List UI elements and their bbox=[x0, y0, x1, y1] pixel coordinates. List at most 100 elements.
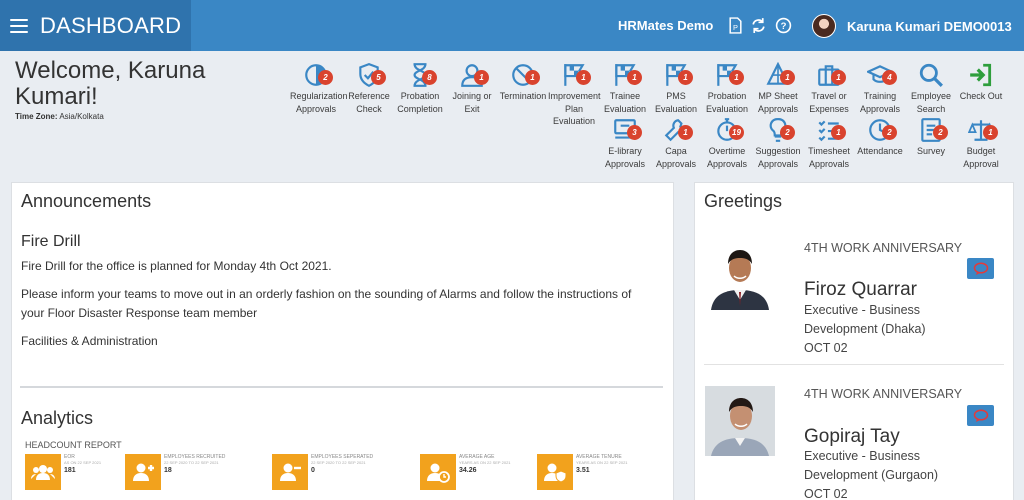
employee-photo bbox=[705, 386, 775, 456]
pie-icon: 2 bbox=[302, 62, 333, 88]
tile-label: Probation Completion bbox=[397, 91, 443, 114]
tile-label: Employee Search bbox=[910, 91, 952, 114]
kpi-card[interactable]: EMPLOYEES RECRUITED 22 SEP 2020 TO 22 SE… bbox=[125, 454, 225, 494]
search-icon bbox=[917, 62, 945, 88]
flag-icon: 1 bbox=[713, 62, 744, 88]
help-icon[interactable]: ? bbox=[775, 17, 792, 34]
tile-joining-or-exit[interactable]: 1 Joining or Exit bbox=[446, 62, 498, 115]
group-icon bbox=[25, 454, 61, 490]
svg-text:?: ? bbox=[781, 21, 787, 32]
notification-badge: 4 bbox=[882, 70, 897, 85]
tile-regularization-approvals[interactable]: 2 Regularization Approvals bbox=[290, 62, 348, 115]
tile-pms-evaluation[interactable]: 1 PMS Evaluation bbox=[650, 62, 702, 115]
tile-label: Joining or Exit bbox=[452, 91, 492, 114]
lightbulb-icon: 2 bbox=[764, 117, 795, 143]
kpi-card[interactable]: EOR AS ON 22 SEP 2021 181 bbox=[25, 454, 101, 494]
tile-check-out[interactable]: Check Out bbox=[955, 62, 1007, 103]
notification-badge: 2 bbox=[882, 125, 897, 140]
scale-icon: 1 bbox=[967, 117, 998, 143]
tile-e-library-approvals[interactable]: 3 E-library Approvals bbox=[599, 117, 651, 170]
kpi-value: 181 bbox=[64, 467, 76, 474]
tile-label: Termination bbox=[499, 91, 547, 101]
kpi-value: 0 bbox=[311, 467, 315, 474]
tile-budget-approval[interactable]: 1 Budget Approval bbox=[955, 117, 1007, 170]
send-wish-button[interactable] bbox=[967, 258, 994, 279]
notification-badge: 2 bbox=[318, 70, 333, 85]
user-name[interactable]: Karuna Kumari DEMO0013 bbox=[847, 19, 1012, 34]
notification-badge: 1 bbox=[525, 70, 540, 85]
announcement-heading: Fire Drill bbox=[21, 233, 81, 250]
tile-improvement-plan-evaluation[interactable]: 1 Improvement Plan Evaluation bbox=[548, 62, 601, 128]
kpi-card[interactable]: EMPLOYEES SEPERATED 22 SEP 2020 TO 22 SE… bbox=[272, 454, 373, 494]
tile-label: Attendance bbox=[857, 146, 903, 156]
send-wish-button[interactable] bbox=[967, 405, 994, 426]
kpi-period: YEARS AS ON 22 SEP 2021 bbox=[576, 460, 628, 465]
menu-icon[interactable] bbox=[10, 18, 28, 33]
tile-survey[interactable]: 2 Survey bbox=[905, 117, 957, 158]
tile-trainee-evaluation[interactable]: 1 Trainee Evaluation bbox=[599, 62, 651, 115]
tile-timesheet-approvals[interactable]: 1 Timesheet Approvals bbox=[803, 117, 855, 170]
kpi-value: 18 bbox=[164, 467, 172, 474]
tile-reference-check[interactable]: 5 Reference Check bbox=[343, 62, 395, 115]
tasks-icon: 1 bbox=[815, 117, 846, 143]
kpi-card[interactable]: AVERAGE AGE YEARS AS ON 22 SEP 2021 34.2… bbox=[420, 454, 511, 494]
tile-overtime-approvals[interactable]: 19 Overtime Approvals bbox=[701, 117, 753, 170]
employee-name[interactable]: Gopiraj Tay bbox=[804, 426, 900, 448]
tile-probation-completion[interactable]: 8 Probation Completion bbox=[394, 62, 446, 115]
tile-mp-sheet-approvals[interactable]: 1 MP Sheet Approvals bbox=[752, 61, 804, 115]
kpi-value: 34.26 bbox=[459, 467, 477, 474]
tile-termination[interactable]: 1 Termination bbox=[497, 62, 549, 103]
tile-label: E-library Approvals bbox=[604, 146, 646, 169]
tile-label: Capa Approvals bbox=[655, 146, 697, 169]
tile-label: Travel or Expenses bbox=[809, 91, 849, 114]
tile-probation-evaluation[interactable]: 1 Probation Evaluation bbox=[701, 62, 753, 115]
greetings-title: Greetings bbox=[704, 191, 783, 211]
notification-badge: 1 bbox=[678, 125, 693, 140]
greetings-panel: Greetings 4TH WORK ANNIVERSARY Firoz Qua… bbox=[694, 182, 1014, 500]
tile-employee-search[interactable]: Employee Search bbox=[905, 62, 957, 115]
notification-badge: 1 bbox=[831, 70, 846, 85]
announcements-title: Announcements bbox=[21, 191, 152, 211]
tile-label: Survey bbox=[916, 146, 945, 156]
tile-capa-approvals[interactable]: 1 Capa Approvals bbox=[650, 117, 702, 170]
tile-label: PMS Evaluation bbox=[654, 91, 698, 114]
tile-training-approvals[interactable]: 4 Training Approvals bbox=[854, 62, 906, 115]
library-icon: 3 bbox=[611, 117, 642, 143]
tile-suggestion-approvals[interactable]: 2 Suggestion Approvals bbox=[752, 117, 804, 170]
greeting-date: OCT 02 bbox=[804, 341, 848, 355]
flag-icon: 1 bbox=[611, 62, 642, 88]
tile-label: Timesheet Approvals bbox=[808, 146, 850, 169]
tile-travel-or-expenses[interactable]: 1 Travel or Expenses bbox=[803, 62, 855, 115]
kpi-card[interactable]: AVERAGE TENURE YEARS AS ON 22 SEP 2021 3… bbox=[537, 454, 628, 494]
stopwatch-icon: 19 bbox=[713, 117, 744, 143]
notification-badge: 1 bbox=[780, 70, 795, 85]
tile-label: Reference Check bbox=[348, 91, 390, 114]
hourglass-icon: 8 bbox=[406, 62, 437, 88]
employee-name[interactable]: Firoz Quarrar bbox=[804, 279, 917, 301]
employee-department: Development (Gurgaon) bbox=[804, 468, 939, 482]
tile-label: Training Approvals bbox=[859, 91, 901, 114]
shield-icon: 5 bbox=[355, 62, 386, 88]
notification-badge: 1 bbox=[474, 70, 489, 85]
user-avatar[interactable] bbox=[812, 14, 836, 38]
kpi-value: 3.51 bbox=[576, 467, 590, 474]
announcement-text: Please inform your teams to move out in … bbox=[21, 287, 632, 320]
notification-badge: 8 bbox=[422, 70, 437, 85]
org-name[interactable]: HRMates Demo bbox=[618, 18, 713, 33]
sync-icon[interactable] bbox=[750, 17, 767, 34]
notification-badge: 1 bbox=[983, 125, 998, 140]
notification-badge: 2 bbox=[933, 125, 948, 140]
greeting-date: OCT 02 bbox=[804, 487, 848, 500]
clock-icon: 2 bbox=[866, 117, 897, 143]
user-plus-icon bbox=[125, 454, 161, 490]
tile-label: Improvement Plan Evaluation bbox=[548, 91, 601, 126]
chat-icon bbox=[973, 409, 988, 422]
welcome-message: Welcome, Karuna Kumari! bbox=[15, 57, 206, 110]
employee-department: Development (Dhaka) bbox=[804, 322, 926, 336]
survey-icon: 2 bbox=[917, 117, 948, 143]
announcements-panel: Announcements Fire Drill Fire Drill for … bbox=[11, 182, 674, 500]
document-icon[interactable]: P bbox=[727, 17, 744, 34]
tile-attendance[interactable]: 2 Attendance bbox=[854, 117, 906, 158]
kpi-period: AS ON 22 SEP 2021 bbox=[64, 460, 102, 465]
notification-badge: 1 bbox=[576, 70, 591, 85]
